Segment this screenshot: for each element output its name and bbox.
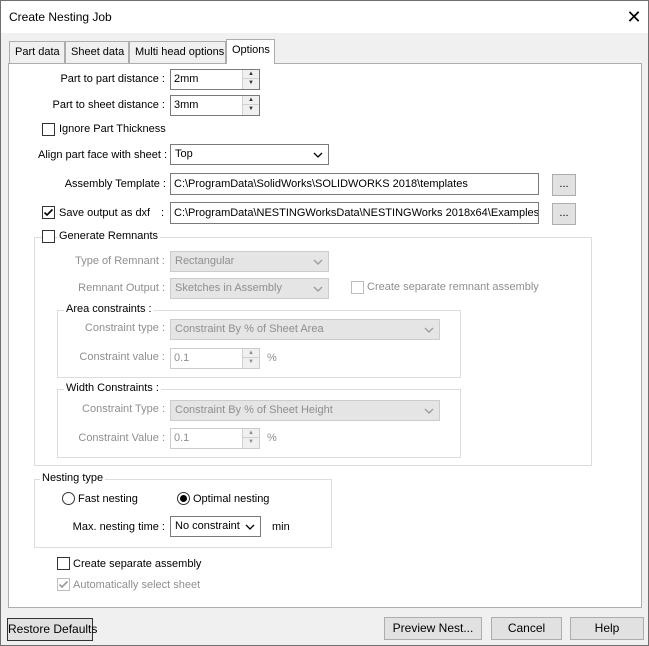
width-constraint-unit: % <box>267 432 277 444</box>
stepper-down-icon[interactable]: ▼ <box>243 105 259 114</box>
tab-part-data[interactable]: Part data <box>9 41 65 63</box>
chevron-down-icon <box>313 259 323 265</box>
ignore-thickness-label: Ignore Part Thickness <box>59 123 166 135</box>
assembly-template-browse-button[interactable]: ... <box>552 174 576 196</box>
cancel-button[interactable]: Cancel <box>491 617 562 640</box>
remnant-type-label: Type of Remnant : <box>75 255 165 267</box>
assembly-template-label: Assembly Template : <box>64 178 166 190</box>
nesting-type-group <box>34 479 332 548</box>
help-button[interactable]: Help <box>570 617 644 640</box>
generate-remnants-checkbox[interactable] <box>42 230 55 243</box>
fast-nesting-radio[interactable] <box>62 492 75 505</box>
optimal-nesting-radio[interactable] <box>177 492 190 505</box>
part-to-part-label: Part to part distance : <box>60 73 165 85</box>
chevron-down-icon <box>424 408 434 414</box>
remnant-output-label: Remnant Output : <box>78 282 165 294</box>
save-dxf-label: Save output as dxf <box>59 207 151 219</box>
save-dxf-checkbox[interactable] <box>42 206 55 219</box>
part-to-sheet-label: Part to sheet distance : <box>52 99 165 111</box>
stepper-down-icon[interactable]: ▼ <box>243 438 259 447</box>
save-dxf-browse-button[interactable]: ... <box>552 203 576 225</box>
stepper-up-icon[interactable]: ▲ <box>243 96 259 105</box>
align-face-select[interactable]: Top <box>170 144 329 165</box>
chevron-down-icon <box>313 152 323 158</box>
tab-options[interactable]: Options <box>226 39 275 64</box>
ignore-thickness-checkbox[interactable] <box>42 123 55 136</box>
separate-remnant-label: Create separate remnant assembly <box>367 281 539 293</box>
max-nesting-time-label: Max. nesting time : <box>72 521 165 533</box>
save-dxf-path-field[interactable]: C:\ProgramData\NESTINGWorksData\NESTINGW… <box>170 202 539 224</box>
fast-nesting-label: Fast nesting <box>78 493 138 505</box>
width-constraint-type-select[interactable]: Constraint By % of Sheet Height <box>170 400 440 421</box>
title-bar: Create Nesting Job ✕ <box>1 1 648 33</box>
area-constraints-title: Area constraints : <box>64 303 154 315</box>
width-constraints-title: Width Constraints : <box>64 382 161 394</box>
separate-remnant-checkbox[interactable] <box>351 281 364 294</box>
window-title: Create Nesting Job <box>9 10 112 24</box>
checkmark-icon <box>58 580 69 589</box>
area-constraint-unit: % <box>267 352 277 364</box>
stepper-up-icon[interactable]: ▲ <box>243 70 259 79</box>
width-constraint-type-label: Constraint Type : <box>82 403 165 415</box>
chevron-down-icon <box>245 524 255 530</box>
area-constraint-value-stepper[interactable]: 0.1 ▲ ▼ <box>170 348 260 369</box>
area-constraint-type-select[interactable]: Constraint By % of Sheet Area <box>170 319 440 340</box>
remnant-type-select[interactable]: Rectangular <box>170 251 329 272</box>
restore-defaults-button[interactable]: Restore Defaults <box>7 618 97 641</box>
tab-multi-head-options[interactable]: Multi head options <box>129 41 226 63</box>
tab-sheet-data[interactable]: Sheet data <box>65 41 129 63</box>
dialog-window: Create Nesting Job ✕ Part data Sheet dat… <box>0 0 649 646</box>
chevron-down-icon <box>424 327 434 333</box>
stepper-up-icon[interactable]: ▲ <box>243 349 259 358</box>
save-dxf-colon: : <box>161 207 165 219</box>
max-nesting-time-unit: min <box>272 521 290 533</box>
width-constraint-value-label: Constraint Value : <box>78 432 165 444</box>
stepper-up-icon[interactable]: ▲ <box>243 429 259 438</box>
generate-remnants-label: Generate Remnants <box>57 230 161 242</box>
optimal-nesting-label: Optimal nesting <box>193 493 270 505</box>
preview-nest-button[interactable]: Preview Nest... <box>384 617 482 640</box>
align-face-label: Align part face with sheet : <box>37 149 167 161</box>
auto-select-sheet-checkbox[interactable] <box>57 578 70 591</box>
stepper-down-icon[interactable]: ▼ <box>243 79 259 88</box>
stepper-down-icon[interactable]: ▼ <box>243 358 259 367</box>
create-separate-assembly-checkbox[interactable] <box>57 557 70 570</box>
assembly-template-field[interactable]: C:\ProgramData\SolidWorks\SOLIDWORKS 201… <box>170 173 539 195</box>
part-to-sheet-stepper[interactable]: 3mm ▲ ▼ <box>170 95 260 116</box>
nesting-type-title: Nesting type <box>40 472 106 484</box>
checkmark-icon <box>43 208 54 217</box>
area-constraint-value-label: Constraint value : <box>79 351 165 363</box>
radio-selected-dot <box>180 495 187 502</box>
create-separate-assembly-label: Create separate assembly <box>73 558 202 570</box>
remnant-output-select[interactable]: Sketches in Assembly <box>170 278 329 299</box>
auto-select-sheet-label: Automatically select sheet <box>73 579 201 591</box>
max-nesting-time-select[interactable]: No constraint <box>170 516 261 537</box>
part-to-part-stepper[interactable]: 2mm ▲ ▼ <box>170 69 260 90</box>
chevron-down-icon <box>313 286 323 292</box>
width-constraint-value-stepper[interactable]: 0.1 ▲ ▼ <box>170 428 260 449</box>
area-constraint-type-label: Constraint type : <box>84 322 165 334</box>
close-icon[interactable]: ✕ <box>621 4 647 30</box>
